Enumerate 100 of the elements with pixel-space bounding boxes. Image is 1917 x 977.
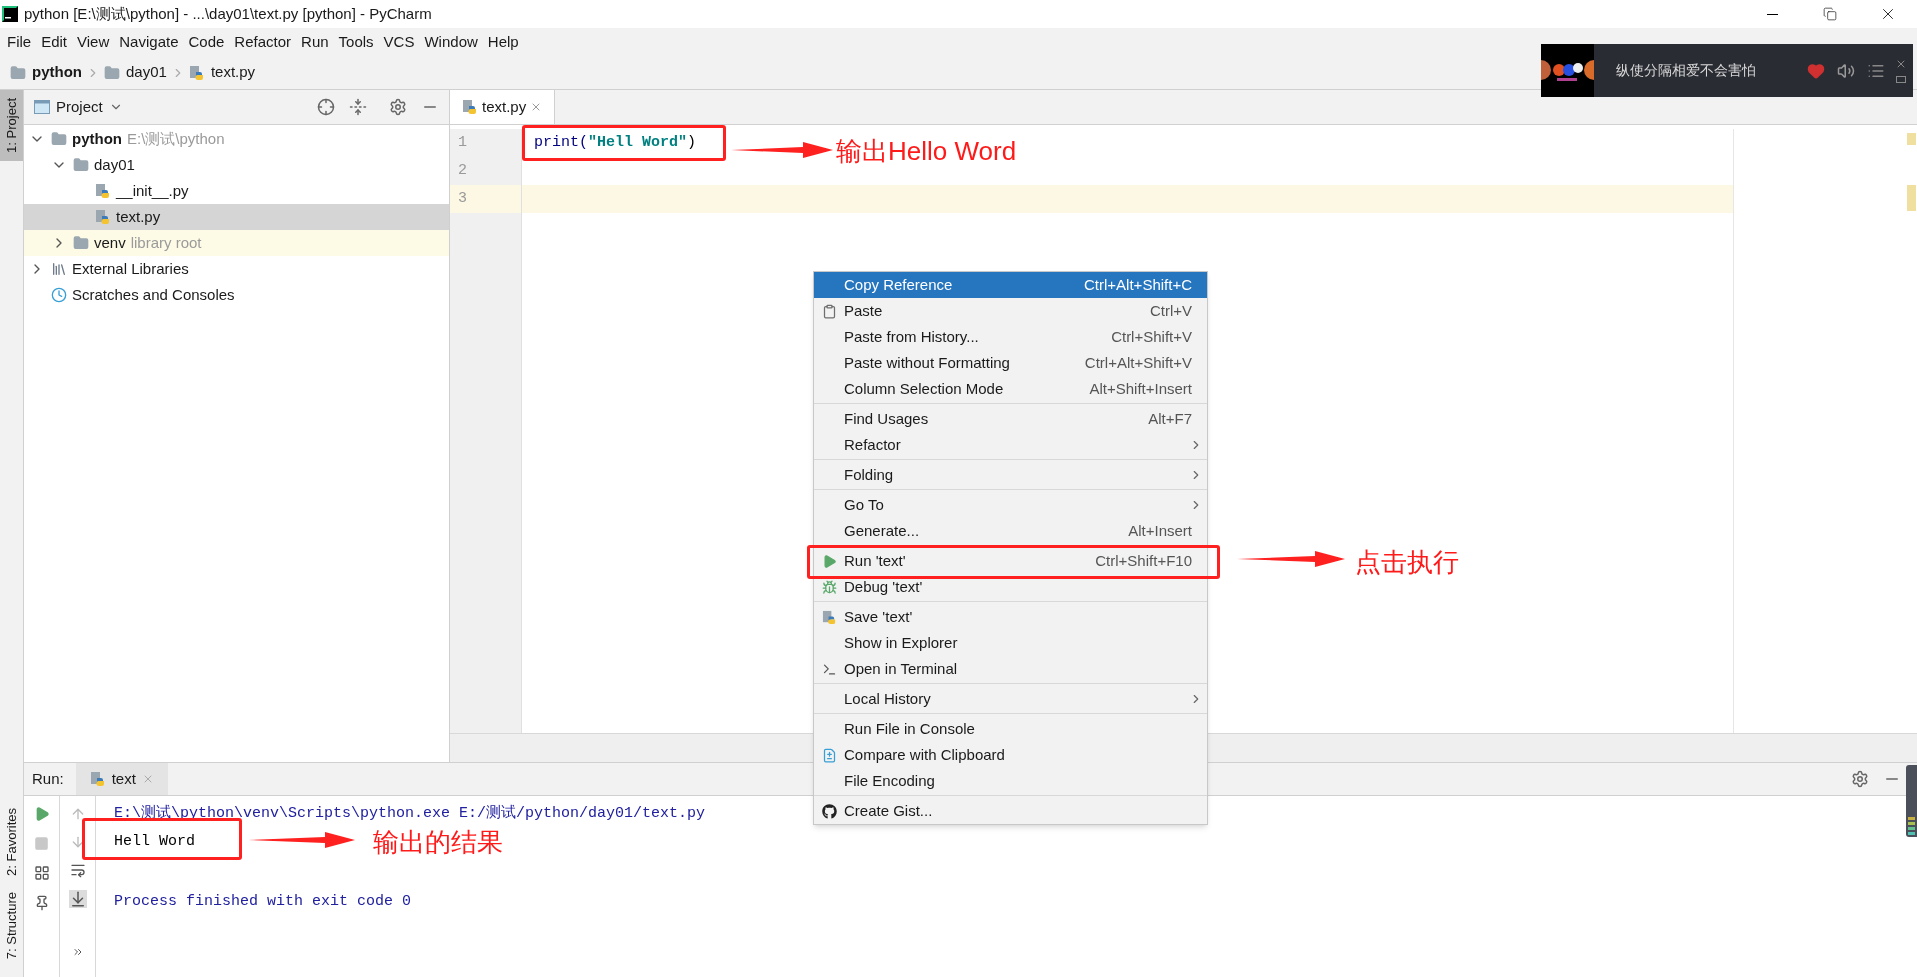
menu-item[interactable]: Window xyxy=(419,28,483,56)
menu-item[interactable]: Refactor xyxy=(814,432,1207,458)
menu-item[interactable]: Paste without Formatting Ctrl+Alt+Shift+V xyxy=(814,350,1207,376)
menu-item-label: Folding xyxy=(844,464,894,485)
song-title: 纵使分隔相爱不会害怕 xyxy=(1616,61,1756,80)
run-label: Run: xyxy=(32,768,64,789)
menu-item[interactable]: Run xyxy=(296,28,334,56)
close-icon[interactable] xyxy=(1895,58,1907,70)
menu-item[interactable]: Code xyxy=(183,28,230,56)
scroll-to-end-icon[interactable] xyxy=(68,890,87,908)
menu-item-label: Local History xyxy=(844,688,931,709)
menu-item[interactable]: Paste Ctrl+V xyxy=(814,298,1207,324)
folder-icon xyxy=(73,157,89,173)
menu-item[interactable]: Refactor xyxy=(229,28,297,56)
menu-item[interactable]: File xyxy=(2,28,37,56)
menu-item-label: Paste without Formatting xyxy=(844,352,1010,373)
folder-icon xyxy=(10,64,26,81)
line-number: 3 xyxy=(450,185,521,213)
mini-mode-icon[interactable] xyxy=(1896,76,1906,83)
tree-item-hint: library root xyxy=(130,232,202,253)
tree-item[interactable]: python E:\测试\python xyxy=(24,126,449,152)
menu-item[interactable]: Folding xyxy=(814,462,1207,488)
folder-icon xyxy=(51,131,67,147)
menu-item[interactable]: Help xyxy=(482,28,524,56)
settings-icon[interactable] xyxy=(1851,770,1869,788)
tool-window-tab[interactable]: 1: Project xyxy=(0,90,23,161)
menu-item[interactable]: Edit xyxy=(36,28,73,56)
menu-item-label: Run 'text' xyxy=(844,550,906,571)
collapse-all-icon[interactable] xyxy=(349,98,367,116)
menu-item[interactable]: Local History xyxy=(814,686,1207,712)
tree-item[interactable]: External Libraries xyxy=(24,256,449,282)
menu-item[interactable]: File Encoding xyxy=(814,768,1207,794)
menu-item-label: Refactor xyxy=(844,434,901,455)
menu-item-label: Paste xyxy=(844,300,883,321)
github-icon xyxy=(821,803,837,819)
menu-item-label: Copy Reference xyxy=(844,274,953,295)
like-icon[interactable] xyxy=(1807,61,1825,80)
scratches-icon xyxy=(51,287,67,303)
wrap-icon[interactable] xyxy=(69,862,86,878)
tool-window-tab[interactable]: 7: Structure xyxy=(0,883,23,967)
tree-item[interactable]: venv library root xyxy=(24,230,449,256)
menu-item[interactable]: Column Selection Mode Alt+Shift+Insert xyxy=(814,376,1207,402)
settings-icon[interactable] xyxy=(389,98,407,116)
menu-item-label: Create Gist... xyxy=(844,800,933,821)
console-line: E:\测试\python\venv\Scripts\python.exe E:/测试/python/day01/text.py xyxy=(114,803,706,824)
line-number: 2 xyxy=(457,160,468,181)
tree-item[interactable]: __init__.py xyxy=(24,178,449,204)
menu-item[interactable]: Run 'text' Ctrl+Shift+F10 xyxy=(814,548,1207,574)
minimize-icon xyxy=(1766,13,1778,15)
bug-icon xyxy=(821,579,837,595)
menu-item[interactable]: Debug 'text' xyxy=(814,574,1207,600)
menu-item[interactable]: Copy Reference Ctrl+Alt+Shift+C xyxy=(814,272,1207,298)
menu-item[interactable]: VCS xyxy=(378,28,420,56)
shortcut: Ctrl+Alt+Shift+C xyxy=(1084,274,1193,295)
menu-item[interactable]: Show in Explorer xyxy=(814,630,1207,656)
window-title: python [E:\测试\python] - ...\day01\text.py [python] - PyCharm xyxy=(24,3,432,24)
restore-icon xyxy=(1823,7,1837,21)
volume-icon[interactable] xyxy=(1837,61,1855,80)
menu-item[interactable]: Run File in Console xyxy=(814,716,1207,742)
menu-item[interactable]: Paste from History... Ctrl+Shift+V xyxy=(814,324,1207,350)
menu-item-label: Column Selection Mode xyxy=(844,378,1004,399)
menu-item[interactable]: Go To xyxy=(814,492,1207,518)
project-view-icon xyxy=(34,100,50,114)
locate-icon[interactable] xyxy=(317,98,335,116)
shortcut: Ctrl+Alt+Shift+V xyxy=(1084,352,1193,373)
folder-icon xyxy=(104,64,120,81)
menu-item-label: Generate... xyxy=(844,520,920,541)
menu-item[interactable]: Navigate xyxy=(114,28,184,56)
breadcrumb-item[interactable]: text.py xyxy=(186,61,258,84)
shortcut: Alt+F7 xyxy=(1148,408,1193,429)
python-file-icon xyxy=(95,183,111,199)
code-line: print("Hell Word") xyxy=(534,132,697,153)
tree-item[interactable]: text.py xyxy=(24,204,449,230)
more-icon[interactable] xyxy=(71,946,84,958)
python-file-icon xyxy=(188,64,205,81)
folder-icon xyxy=(73,235,89,251)
tree-item[interactable]: Scratches and Consoles xyxy=(24,282,449,308)
menu-item[interactable]: Tools xyxy=(333,28,379,56)
menu-item[interactable]: Create Gist... xyxy=(814,798,1207,824)
tree-item[interactable]: day01 xyxy=(24,152,449,178)
run-tab[interactable]: text xyxy=(75,763,168,795)
menu-item[interactable]: Compare with Clipboard xyxy=(814,742,1207,768)
layout-icon[interactable] xyxy=(33,865,50,881)
shortcut: Ctrl+V xyxy=(1149,300,1193,321)
editor-tab[interactable]: text.py xyxy=(450,90,556,124)
breadcrumb-item[interactable]: day01 xyxy=(102,61,169,84)
python-file-icon xyxy=(89,771,106,787)
tool-window-tab[interactable]: 2: Favorites xyxy=(0,799,23,884)
terminal-icon xyxy=(821,661,837,677)
menu-item-label: Save 'text' xyxy=(844,606,913,627)
scroll-marker-icon xyxy=(1906,185,1916,211)
menu-item[interactable]: Find Usages Alt+F7 xyxy=(814,406,1207,432)
panel-title: Project xyxy=(56,96,103,117)
menu-item[interactable]: Open in Terminal xyxy=(814,656,1207,682)
annotation-text: 点击执行 xyxy=(1355,547,1459,577)
menu-item[interactable]: Generate... Alt+Insert xyxy=(814,518,1207,544)
menu-item[interactable]: View xyxy=(72,28,115,56)
menu-item[interactable]: Save 'text' xyxy=(814,604,1207,630)
level-meter-icon xyxy=(1906,765,1917,837)
breadcrumb-item[interactable]: python xyxy=(8,61,84,84)
